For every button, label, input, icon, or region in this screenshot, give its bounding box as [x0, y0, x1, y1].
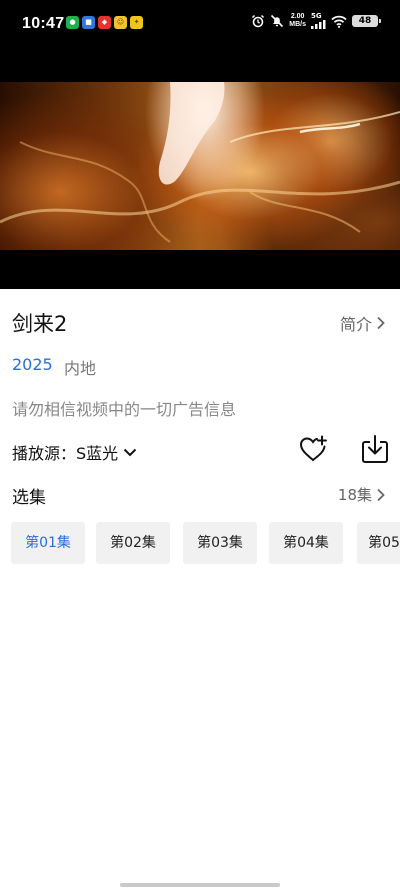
episode-chip[interactable]: 第02集	[96, 522, 170, 564]
episode-chip[interactable]: 第01集	[11, 522, 85, 564]
episode-chip[interactable]: 第03集	[183, 522, 257, 564]
status-bar: 10:47 ● ■ ◆ ☺ ✦ 2.00 MB/s 5G 48	[0, 0, 400, 48]
release-year[interactable]: 2025	[12, 355, 53, 374]
ad-warning-notice: 请勿相信视频中的一切广告信息	[12, 400, 237, 419]
cellular-group: 5G	[311, 13, 326, 29]
battery-indicator: 48	[352, 15, 381, 27]
episode-chip[interactable]: 第05集	[357, 522, 400, 564]
mute-bell-icon	[271, 14, 284, 28]
smiley-app-icon: ☺	[114, 16, 127, 29]
episodes-count-button[interactable]: 18集	[338, 484, 386, 505]
chevron-right-icon	[377, 316, 385, 330]
wechat-icon: ●	[66, 16, 79, 29]
add-favorite-icon[interactable]	[298, 434, 328, 464]
net-speed-unit: MB/s	[289, 21, 306, 28]
episodes-heading: 选集	[12, 488, 46, 508]
signal-icon	[311, 20, 326, 29]
video-title: 剑来2	[12, 312, 68, 336]
episode-list[interactable]: 第01集 第02集 第03集 第04集 第05集	[11, 522, 400, 565]
chevron-down-icon	[123, 448, 137, 457]
app-badge-icon: ◆	[98, 16, 111, 29]
video-player[interactable]	[0, 48, 400, 289]
chevron-right-icon	[377, 488, 385, 501]
episodes-count: 18集	[337, 486, 372, 504]
network-type: 5G	[311, 12, 322, 20]
notification-icons: ● ■ ◆ ☺ ✦	[66, 16, 143, 29]
region-tag: 内地	[64, 359, 97, 378]
source-selector[interactable]: 播放源：S蓝光	[12, 440, 138, 464]
net-speed: 2.00 MB/s	[289, 13, 306, 29]
video-frame-art	[0, 82, 400, 243]
intro-label: 简介	[339, 315, 372, 334]
intro-button[interactable]: 简介	[340, 311, 386, 335]
source-label: 播放源：S蓝光	[12, 444, 119, 463]
yellow-app-icon: ✦	[130, 16, 143, 29]
episode-chip[interactable]: 第04集	[269, 522, 343, 564]
net-speed-value: 2.00	[290, 13, 305, 20]
home-indicator[interactable]	[120, 883, 280, 887]
wifi-icon	[331, 15, 347, 28]
messages-icon: ■	[82, 16, 95, 29]
alarm-icon	[252, 14, 265, 28]
download-icon[interactable]	[361, 434, 389, 464]
video-frame	[0, 82, 400, 250]
status-time: 10:47	[22, 15, 65, 32]
system-icons: 2.00 MB/s 5G 48	[251, 13, 381, 29]
